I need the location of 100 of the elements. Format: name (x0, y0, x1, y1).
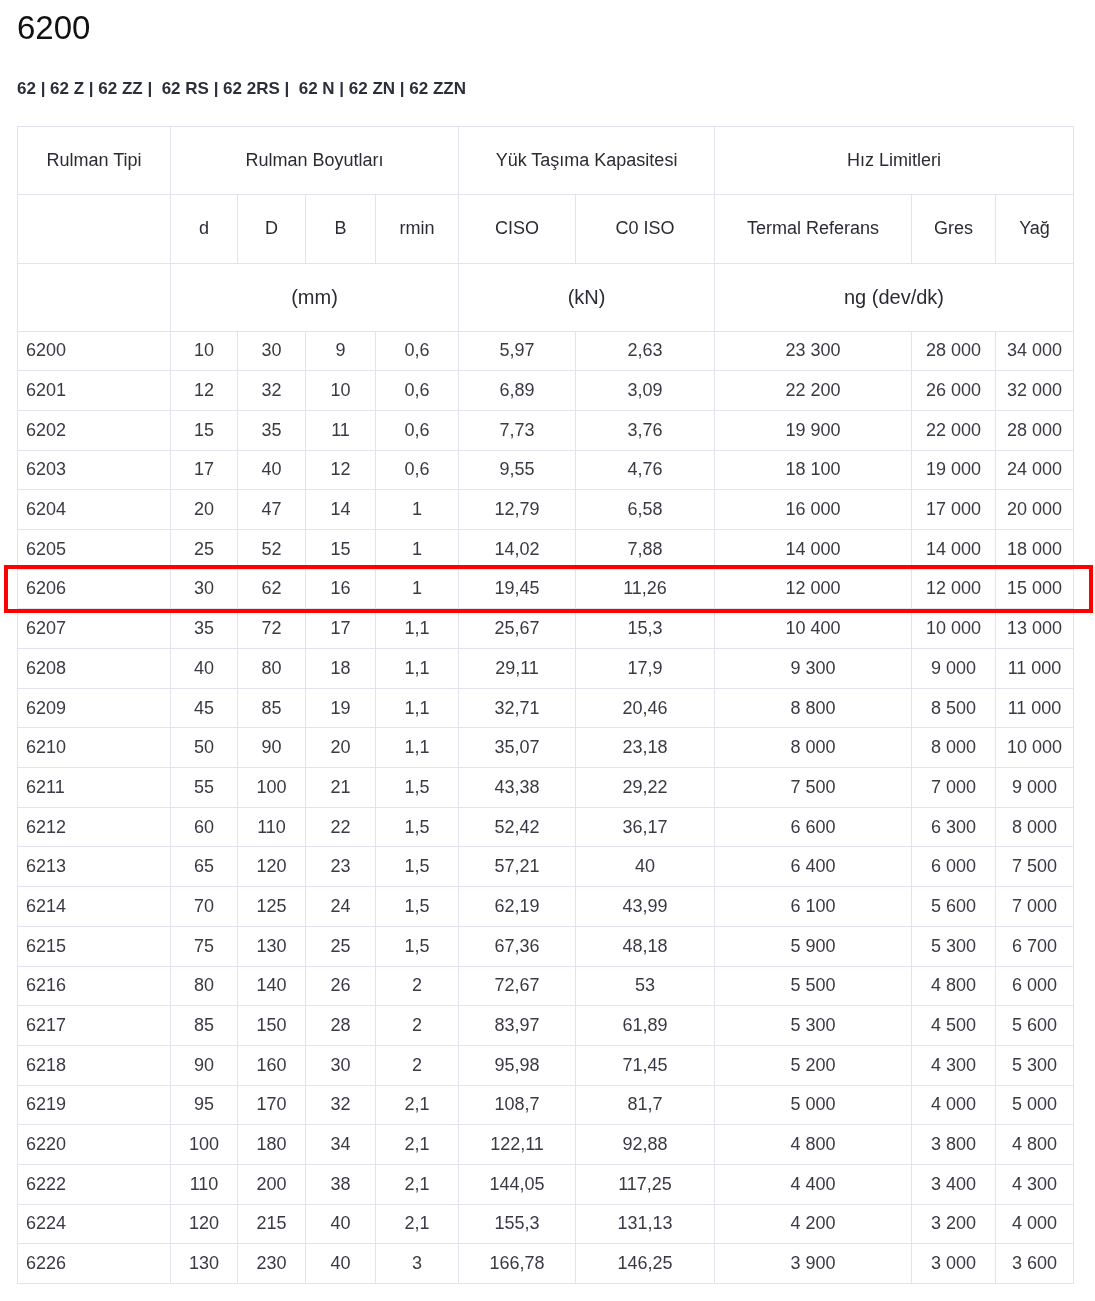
table-cell: 110 (170, 1164, 238, 1205)
table-cell: 11 000 (995, 648, 1074, 689)
table-cell: 30 (305, 1045, 376, 1086)
table-cell: 34 (305, 1124, 376, 1165)
table-cell: 125 (237, 886, 306, 927)
table-cell: 6 000 (911, 846, 996, 887)
table-cell: 3 200 (911, 1204, 996, 1244)
table-cell: 170 (237, 1085, 306, 1125)
table-cell: 35,07 (458, 727, 576, 768)
table-cell: 5 200 (714, 1045, 912, 1086)
table-cell: 18 (305, 648, 376, 689)
table-cell: 6,58 (575, 489, 715, 530)
table-cell: 21 (305, 767, 376, 808)
table-cell: 53 (575, 966, 715, 1006)
table-cell: 17,9 (575, 648, 715, 689)
table-cell: 6202 (17, 410, 171, 451)
table-cell: 8 000 (911, 727, 996, 768)
table-cell: 4,76 (575, 450, 715, 490)
table-cell: 9,55 (458, 450, 576, 490)
table-cell: 43,99 (575, 886, 715, 927)
table-cell: 1,1 (375, 688, 459, 728)
table-cell: 80 (237, 648, 306, 689)
table-cell: 32,71 (458, 688, 576, 728)
table-cell: 9 300 (714, 648, 912, 689)
table-cell: 2,1 (375, 1085, 459, 1125)
table-cell: 83,97 (458, 1005, 576, 1046)
table-cell: 1,1 (375, 648, 459, 689)
table-cell: 11,26 (575, 569, 715, 609)
table-cell: 2 (375, 1045, 459, 1086)
table-cell: 7,88 (575, 529, 715, 570)
table-cell: 5 300 (995, 1045, 1074, 1086)
table-cell: 6 600 (714, 807, 912, 847)
table-cell: 6226 (17, 1243, 171, 1284)
table-cell: 6 300 (911, 807, 996, 847)
page-title: 6200 (17, 8, 91, 48)
table-cell: 131,13 (575, 1204, 715, 1244)
table-cell: 47 (237, 489, 306, 530)
table-cell: 144,05 (458, 1164, 576, 1205)
table-cell: 120 (237, 846, 306, 887)
table-cell: 52 (237, 529, 306, 570)
table-cell: 29,11 (458, 648, 576, 689)
table-cell: 55 (170, 767, 238, 808)
table-cell: 5,97 (458, 331, 576, 371)
table-cell: 22 200 (714, 370, 912, 411)
table-cell: 43,38 (458, 767, 576, 808)
table-cell: 57,21 (458, 846, 576, 887)
table-cell: 7 500 (995, 846, 1074, 887)
table-cell: 17 000 (911, 489, 996, 530)
table-cell: 6210 (17, 727, 171, 768)
table-cell: 5 300 (714, 1005, 912, 1046)
table-cell: 11 (305, 410, 376, 451)
table-cell: 5 000 (714, 1085, 912, 1125)
table-cell: 1,5 (375, 767, 459, 808)
table-cell: 5 600 (995, 1005, 1074, 1046)
table-cell: 61,89 (575, 1005, 715, 1046)
table-cell: 6218 (17, 1045, 171, 1086)
table-cell: 6200 (17, 331, 171, 371)
table-cell: 28 000 (911, 331, 996, 371)
table-cell: 40 (237, 450, 306, 490)
table-cell: 230 (237, 1243, 306, 1284)
table-cell: 3,76 (575, 410, 715, 451)
table-cell: 6214 (17, 886, 171, 927)
table-cell: 10 000 (995, 727, 1074, 768)
table-cell: 52,42 (458, 807, 576, 847)
table-cell: 160 (237, 1045, 306, 1086)
table-cell: 5 000 (995, 1085, 1074, 1125)
table-cell: 26 000 (911, 370, 996, 411)
table-cell: 40 (575, 846, 715, 887)
table-cell: 4 300 (995, 1164, 1074, 1205)
column-header: Termal Referans (714, 194, 912, 263)
table-header-cell: Rulman Boyutları (170, 126, 459, 194)
table-cell: 7 000 (911, 767, 996, 808)
table-cell: 7 500 (714, 767, 912, 808)
table-cell: 8 000 (995, 807, 1074, 847)
series-list: 62 | 62 Z | 62 ZZ | 62 RS | 62 2RS | 62 N | 62 ZN | 62 ZZN (17, 76, 467, 102)
table-cell: 5 500 (714, 966, 912, 1006)
table-cell: 9 000 (995, 767, 1074, 808)
table-cell: 95,98 (458, 1045, 576, 1086)
table-cell: 25 (305, 926, 376, 966)
table-cell: 19 900 (714, 410, 912, 451)
table-cell: 40 (305, 1243, 376, 1284)
table-cell: 5 900 (714, 926, 912, 966)
table-cell: 11 000 (995, 688, 1074, 728)
table-cell: 3 400 (911, 1164, 996, 1205)
table-cell: 6208 (17, 648, 171, 689)
table-header-cell: Rulman Tipi (17, 126, 171, 194)
table-cell: 1 (375, 569, 459, 609)
table-cell: 1 (375, 529, 459, 570)
table-cell: 85 (170, 1005, 238, 1046)
table-cell: 29,22 (575, 767, 715, 808)
table-cell: 6224 (17, 1204, 171, 1244)
table-cell: 2 (375, 966, 459, 1006)
table-header-cell: Yük Taşıma Kapasitesi (458, 126, 715, 194)
table-cell: 200 (237, 1164, 306, 1205)
table-cell: 16 000 (714, 489, 912, 530)
table-cell: 23,18 (575, 727, 715, 768)
table-cell: 130 (170, 1243, 238, 1284)
table-cell: 90 (170, 1045, 238, 1086)
table-cell: 2,1 (375, 1124, 459, 1165)
table-cell: 0,6 (375, 331, 459, 371)
